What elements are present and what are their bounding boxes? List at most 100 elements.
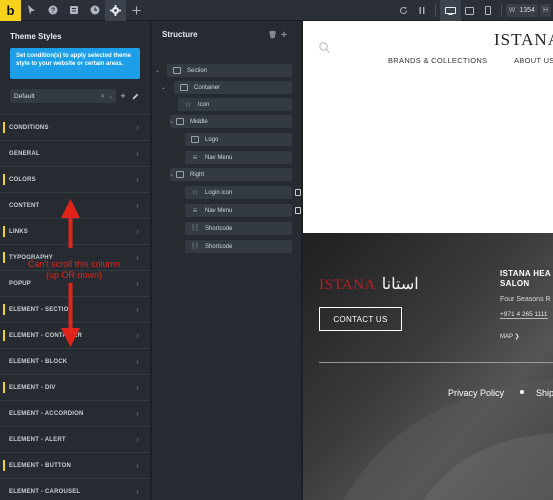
shipping-link[interactable]: Ship [536,388,553,398]
contact-us-button[interactable]: CONTACT US [319,307,402,331]
chevron-right-icon: › [136,123,139,132]
style-group-content[interactable]: CONTENT › [0,192,150,218]
code-icon[interactable] [413,0,431,21]
style-group-label: COLORS [9,176,36,183]
collapse-caret-icon[interactable]: ⌄ [169,118,174,125]
structure-node-label: Nav Menu [205,154,233,161]
height-label: H [542,7,548,14]
structure-node-right[interactable]: ⌄ Right [169,168,292,181]
style-group-label: ELEMENT - CAROUSEL [9,488,81,495]
add-style-icon[interactable]: + [118,89,128,103]
structure-node-nav-menu[interactable]: ≡ Nav Menu [185,204,292,217]
chevron-right-icon: › [136,201,139,210]
style-group-label: ELEMENT - ALERT [9,436,66,443]
nav-about-us[interactable]: ABOUT US [514,56,553,65]
chevron-right-icon: › [136,357,139,366]
privacy-policy-link[interactable]: Privacy Policy [448,388,504,398]
style-group-label: ELEMENT - SECTION [9,306,74,313]
style-group-element-button[interactable]: ELEMENT - BUTTON › [0,452,150,478]
structure-node-container[interactable]: ⌄ Container [161,81,292,94]
style-group-label: ELEMENT - DIV [9,384,56,391]
builder-logo[interactable]: b [0,0,21,21]
style-group-element-accordion[interactable]: ELEMENT - ACCORDION › [0,400,150,426]
history-icon[interactable] [84,0,105,21]
chevron-right-icon: › [136,435,139,444]
footer-logo-latin: ISTANA [319,277,376,293]
builder-app: b ? W 1354 H Theme Styles Set condition(… [0,0,553,500]
div-icon [176,171,184,178]
structure-node-label: Nav Menu [205,207,233,214]
footer-phone-link[interactable]: +971 4 265 1111 [500,311,548,319]
structure-node-logo[interactable]: ▫ Logo [185,133,292,146]
style-group-element-div[interactable]: ELEMENT - DIV › [0,374,150,400]
width-value: 1354 [519,7,535,14]
style-group-general[interactable]: GENERAL › [0,140,150,166]
footer-map-link[interactable]: MAP ❯ [500,333,520,340]
structure-header: Structure 🗑✛ [152,21,301,48]
style-group-label: CONTENT [9,202,40,209]
style-group-label: ELEMENT - ACCORDION [9,410,84,417]
desktop-icon[interactable] [439,0,461,21]
edit-icon[interactable] [130,89,140,103]
height-field[interactable]: H [539,4,551,17]
structure-node-section[interactable]: ⌄ Section [155,64,292,77]
pointer-icon[interactable] [21,0,42,21]
shortcode-icon: [·] [192,225,198,231]
gear-icon[interactable] [105,0,126,21]
image-icon: ▫ [191,136,199,143]
style-group-element-carousel[interactable]: ELEMENT - CAROUSEL › [0,478,150,500]
style-group-element-section[interactable]: ELEMENT - SECTION › [0,296,150,322]
expand-icon[interactable]: ✛ [281,32,291,39]
collapse-caret-icon[interactable]: ⌄ [169,171,174,178]
style-group-label: ELEMENT - BLOCK [9,358,68,365]
style-group-links[interactable]: LINKS › [0,218,150,244]
style-group-label: CONDITIONS [9,124,49,131]
collapse-caret-icon[interactable]: ⌄ [161,84,166,91]
style-group-colors[interactable]: COLORS › [0,166,150,192]
structure-node-nav-menu[interactable]: ≡ Nav Menu [185,151,292,164]
structure-node-label: Shortcode [205,225,233,232]
nav-brands-collections[interactable]: BRANDS & COLLECTIONS [388,56,487,65]
chevron-right-icon: › [136,461,139,470]
structure-node-login-icon[interactable]: ☆ Login icon [185,186,292,199]
collapse-caret-icon[interactable]: ⌄ [155,67,160,74]
style-group-element-container[interactable]: ELEMENT - CONTAINER › [0,322,150,348]
style-select-row: Default ✕ ⌄ + [10,89,140,103]
layers-icon[interactable] [63,0,84,21]
structure-node-shortcode[interactable]: [·] Shortcode [185,222,292,235]
toolbar-right: W 1354 H [395,0,553,21]
star-icon: ☆ [191,188,199,197]
style-group-element-alert[interactable]: ELEMENT - ALERT › [0,426,150,452]
toolbar-divider [500,4,502,17]
style-group-conditions[interactable]: CONDITIONS › [0,114,150,140]
help-icon[interactable]: ? [42,0,63,21]
condition-hint: Set condition(s) to apply selected theme… [10,48,140,79]
chevron-right-icon: › [136,331,139,340]
footer-heading-line1: ISTANA HEA [500,269,551,278]
structure-node-label: Login icon [205,189,233,196]
style-select[interactable]: Default ✕ ⌄ [10,89,116,103]
tablet-icon[interactable] [461,0,479,21]
structure-node-icon[interactable]: ☆ Icon [178,98,292,111]
structure-title: Structure [162,30,198,39]
site-logo[interactable]: ISTANA [494,30,553,50]
menu-icon: ≡ [192,153,198,162]
style-group-label: ELEMENT - BUTTON [9,462,72,469]
plus-icon[interactable] [126,0,147,21]
chevron-right-icon: › [136,149,139,158]
toolbar-divider [434,4,436,17]
trash-icon[interactable]: 🗑 [268,32,281,39]
structure-node-middle[interactable]: ⌄ Middle [169,115,292,128]
svg-text:?: ? [50,8,54,15]
chevron-right-icon: › [136,487,139,496]
mobile-icon[interactable] [479,0,497,21]
reload-icon[interactable] [395,0,413,21]
footer-logo: ISTANA استانا [319,274,419,294]
search-icon[interactable] [319,40,330,58]
structure-node-shortcode[interactable]: [·] Shortcode [185,240,292,253]
footer-heading-line2: SALON [500,279,530,288]
style-group-element-block[interactable]: ELEMENT - BLOCK › [0,348,150,374]
width-field[interactable]: W 1354 [505,4,538,17]
shortcode-icon: [·] [192,243,198,249]
clear-icon[interactable]: ✕ [100,93,105,100]
